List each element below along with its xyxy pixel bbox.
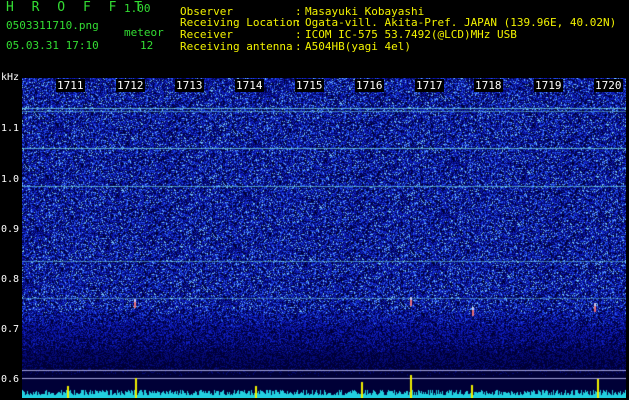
time-tick-1717: 1717: [415, 79, 444, 92]
header-panel: H R O F F T 1.00 0503311710.png 05.03.31…: [0, 0, 629, 78]
meteor-label: meteor: [124, 26, 164, 39]
colon: :: [295, 40, 302, 53]
ytick-1.0: 1.0: [1, 174, 20, 185]
time-tick-1715: 1715: [295, 79, 324, 92]
frequency-axis: 1.1 1.0 0.9 0.8 0.7 0.6: [0, 78, 22, 400]
version-label: 1.00: [124, 2, 151, 15]
datetime-label: 05.03.31 17:10: [6, 39, 99, 52]
spectrogram: [22, 78, 626, 398]
ytick-1.1: 1.1: [1, 123, 20, 134]
time-tick-1716: 1716: [355, 79, 384, 92]
time-tick-1713: 1713: [175, 79, 204, 92]
antenna-value: A504HB(yagi 4el): [305, 40, 411, 53]
time-tick-1720: 1720: [594, 79, 623, 92]
antenna-label: Receiving antenna: [180, 40, 293, 53]
ytick-0.9: 0.9: [1, 224, 20, 235]
time-tick-1714: 1714: [235, 79, 264, 92]
ytick-0.8: 0.8: [1, 274, 20, 285]
ytick-0.6: 0.6: [1, 374, 20, 385]
time-tick-1719: 1719: [534, 79, 563, 92]
meteor-count: 12: [140, 39, 154, 52]
ytick-0.7: 0.7: [1, 324, 20, 335]
khz-unit-label: kHz: [1, 72, 20, 83]
filename-label: 0503311710.png: [6, 19, 99, 32]
time-tick-1718: 1718: [474, 79, 503, 92]
time-tick-1711: 1711: [56, 79, 85, 92]
time-tick-1712: 1712: [116, 79, 145, 92]
